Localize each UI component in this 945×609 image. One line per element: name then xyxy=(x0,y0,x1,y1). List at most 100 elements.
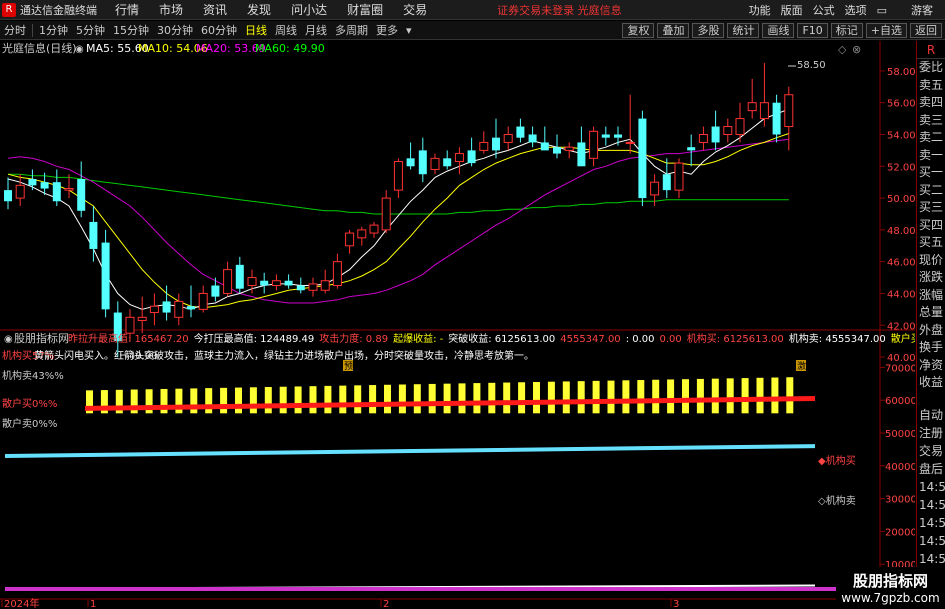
bottom-band xyxy=(5,587,875,591)
fuquan-button[interactable]: 复权 xyxy=(622,23,655,38)
period-multi[interactable]: 多周期 xyxy=(331,22,372,38)
quote-sub-item: 14:56 xyxy=(919,551,945,566)
buy-bar xyxy=(637,380,645,414)
multi-stock-button[interactable]: 多股 xyxy=(692,23,725,38)
menu-caifuquan[interactable]: 财富圈 xyxy=(347,1,383,18)
indicator-metric: 攻击力度: 0.89 xyxy=(319,332,388,345)
menu-banmian[interactable]: 版面 xyxy=(781,2,803,18)
mark-button[interactable]: 标记 xyxy=(830,23,863,38)
settings-icon[interactable]: ◇ xyxy=(838,43,847,56)
menu-faxian[interactable]: 发现 xyxy=(247,1,271,18)
retail-sell-label: 散户卖0%% xyxy=(2,417,57,430)
minimize-icon[interactable]: ▭ xyxy=(877,4,887,17)
candle-body xyxy=(759,102,769,120)
ind-tick-label: 60000 xyxy=(885,396,915,407)
candle-body xyxy=(296,285,305,291)
menu-shichang[interactable]: 市场 xyxy=(159,1,183,18)
buy-bar xyxy=(294,386,302,414)
period-daily[interactable]: 日线 xyxy=(241,22,271,38)
panel-toggle[interactable]: R xyxy=(917,41,945,59)
menu-jiaoyi[interactable]: 交易 xyxy=(403,1,427,18)
indicator-metric: 突破收益: 6125613.00 xyxy=(448,332,555,345)
candle-body xyxy=(162,301,171,313)
buy-bar xyxy=(577,381,585,414)
menu-zixun[interactable]: 资讯 xyxy=(203,1,227,18)
login-alert[interactable]: 证券交易未登录 光庭信息 xyxy=(497,2,622,18)
quote-item: 换手 xyxy=(918,340,943,354)
menu-gongneng[interactable]: 功能 xyxy=(749,2,771,18)
buy-bar xyxy=(696,378,704,414)
quote-item: 净资 xyxy=(918,357,943,372)
period-60min[interactable]: 60分钟 xyxy=(197,22,241,38)
buy-bar xyxy=(264,387,272,414)
candle-body xyxy=(28,179,37,186)
back-button[interactable]: 返回 xyxy=(910,23,942,38)
add-watchlist-button[interactable]: +自选 xyxy=(865,23,907,38)
chart-area[interactable]: 58.00 56.00 54.00 52.00 50.00 48.00 46.00 44.00… xyxy=(0,41,915,609)
candle-body xyxy=(540,142,549,151)
buy-bar xyxy=(354,385,362,414)
candle-body xyxy=(64,188,74,191)
candle-body xyxy=(77,179,86,211)
candle-body xyxy=(52,182,61,202)
inst-sell-legend: ◇机构卖 xyxy=(818,494,856,507)
indicator-name[interactable]: 股朋指标网 xyxy=(14,331,69,345)
draw-button[interactable]: 画线 xyxy=(762,23,795,38)
candle-body xyxy=(735,118,745,135)
more-chevron-icon[interactable]: ▾ xyxy=(402,24,416,37)
candle-body xyxy=(650,181,660,196)
stats-button[interactable]: 统计 xyxy=(727,23,760,38)
period-5min[interactable]: 5分钟 xyxy=(72,22,109,38)
watermark-url: www.7gpzb.com xyxy=(841,591,940,605)
f10-button[interactable]: F10 xyxy=(797,23,828,38)
period-1min[interactable]: 1分钟 xyxy=(35,22,72,38)
period-more[interactable]: 更多 xyxy=(372,22,402,38)
indicator-settings-icon[interactable]: ◉ xyxy=(4,334,13,345)
buy-bar xyxy=(369,385,377,414)
menu-wenxiaoda[interactable]: 问小达 xyxy=(291,1,327,18)
indicator-metric: 昨拉升最高值: 165467.20 xyxy=(68,332,189,345)
price-tick-label: 50.00 xyxy=(887,194,915,205)
quote-sub-item: 自动 xyxy=(919,407,944,422)
period-15min[interactable]: 15分钟 xyxy=(109,22,153,38)
candle-body xyxy=(772,102,781,135)
period-fenshi[interactable]: 分时 xyxy=(0,22,30,38)
period-weekly[interactable]: 周线 xyxy=(271,22,301,38)
candle-body xyxy=(308,283,318,291)
buy-bar xyxy=(592,380,600,414)
retail-buy-label: 散户买0%% xyxy=(2,397,57,410)
price-tick-label: 42.00 xyxy=(887,321,915,332)
quote-item: 买五 xyxy=(918,235,943,249)
overlay-button[interactable]: 叠加 xyxy=(657,23,690,38)
menu-gongshi[interactable]: 公式 xyxy=(813,2,835,18)
menu-xuanxiang[interactable]: 选项 xyxy=(845,2,867,18)
candle-body xyxy=(223,269,233,294)
indicator-metric: 起爆收益: - xyxy=(393,332,444,345)
price-tick-label: 46.00 xyxy=(887,258,915,269)
candle-body xyxy=(406,158,415,167)
quote-sub-item: 14:56 xyxy=(919,479,945,494)
candle-body xyxy=(235,264,244,289)
guest-button[interactable]: 游客 xyxy=(911,2,933,18)
candle-body xyxy=(284,280,293,286)
buy-bar xyxy=(190,388,198,414)
inst-buy-legend: ◆机构买 xyxy=(818,454,856,467)
menu-hangqing[interactable]: 行情 xyxy=(115,1,139,18)
buy-bar xyxy=(235,387,242,414)
period-monthly[interactable]: 月线 xyxy=(301,22,331,38)
buy-bar xyxy=(682,379,689,414)
candles xyxy=(4,62,794,358)
kline-chart[interactable]: 58.00 56.00 54.00 52.00 50.00 48.00 46.00 44.00… xyxy=(0,41,915,609)
close-icon[interactable]: ⊗ xyxy=(852,43,861,56)
buy-bar xyxy=(726,378,734,414)
candle-body xyxy=(198,292,208,310)
candle-body xyxy=(443,158,452,167)
yu-marker-text: 预 xyxy=(344,361,353,372)
ma-dropdown-icon[interactable]: ◉ xyxy=(75,44,84,55)
buy-bar xyxy=(249,387,257,414)
period-30min[interactable]: 30分钟 xyxy=(153,22,197,38)
buy-bar xyxy=(533,381,540,414)
indicator-metric: 4555347.00 xyxy=(560,334,620,345)
quote-sub-item: 盘后 xyxy=(919,461,944,476)
quote-sub-item: 交易 xyxy=(919,443,944,458)
